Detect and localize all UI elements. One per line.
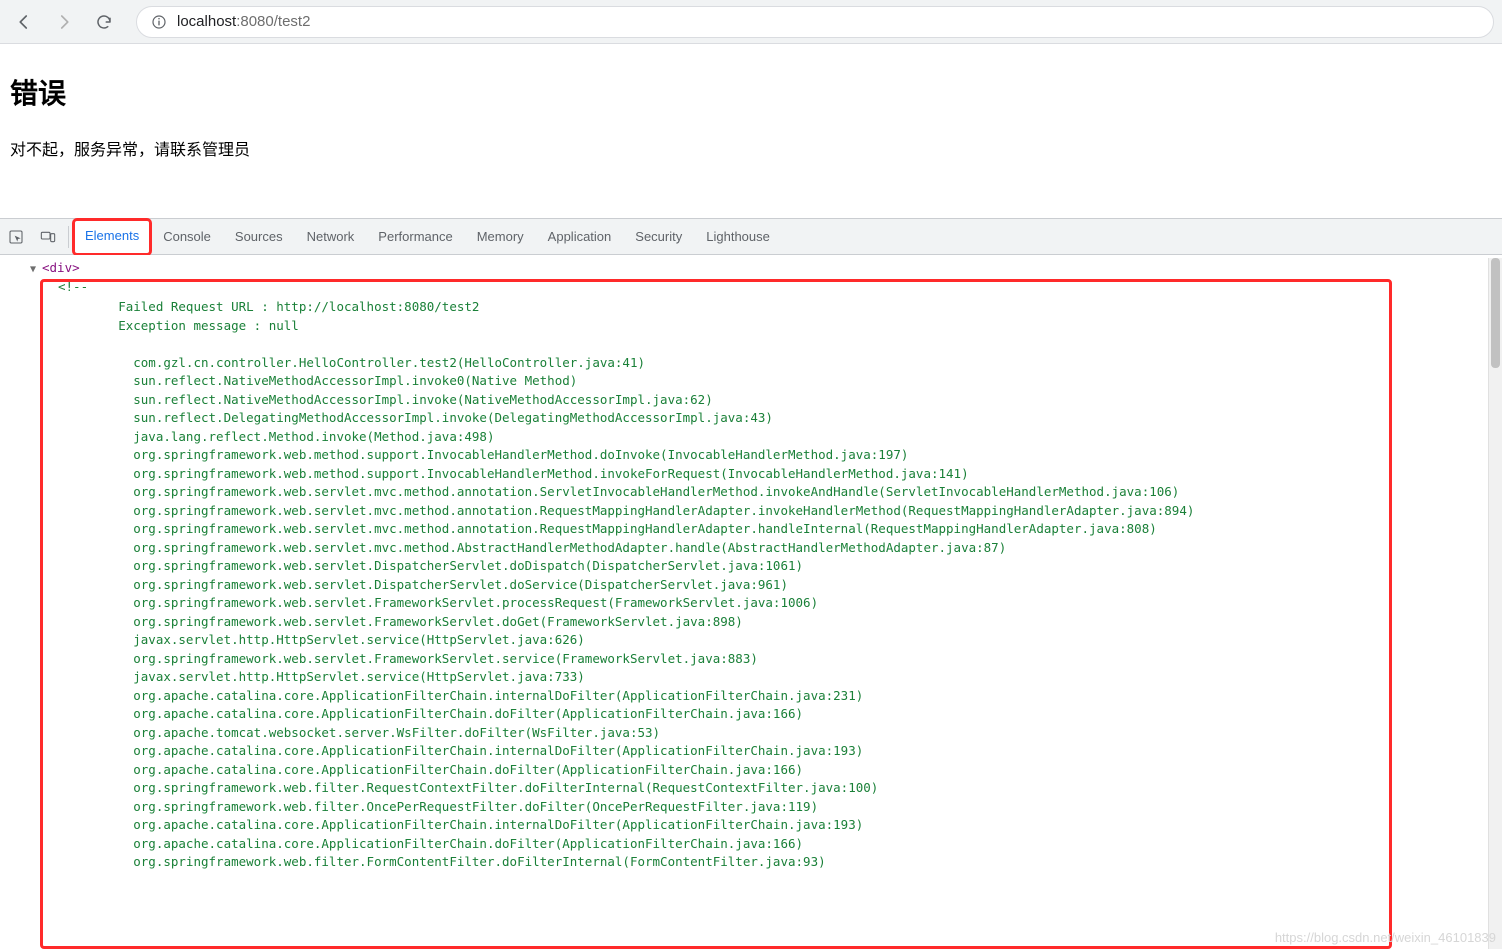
address-url: localhost:8080/test2	[177, 13, 310, 30]
page-content: 错误 对不起，服务异常，请联系管理员	[0, 44, 1502, 218]
url-port: :8080	[236, 13, 274, 30]
scrollbar[interactable]	[1488, 258, 1502, 949]
tab-application[interactable]: Application	[536, 219, 624, 255]
dom-tag-div[interactable]: <div>	[30, 260, 80, 275]
page-message: 对不起，服务异常，请联系管理员	[10, 136, 1492, 160]
divider	[68, 226, 69, 248]
tab-elements[interactable]: Elements	[73, 219, 151, 255]
device-toggle-icon[interactable]	[32, 219, 64, 255]
tab-security[interactable]: Security	[623, 219, 694, 255]
tab-memory[interactable]: Memory	[465, 219, 536, 255]
tab-console[interactable]: Console	[151, 219, 223, 255]
forward-button[interactable]	[48, 6, 80, 38]
expand-triangle-icon[interactable]: ▼	[30, 261, 36, 280]
tab-network[interactable]: Network	[295, 219, 367, 255]
back-button[interactable]	[8, 6, 40, 38]
devtools-panel: Elements Console Sources Network Perform…	[0, 218, 1502, 949]
site-info-icon[interactable]	[151, 14, 167, 30]
url-host: localhost	[177, 13, 236, 30]
watermark: https://blog.csdn.net/weixin_46101839	[1275, 930, 1496, 945]
comment-open: <!--	[30, 278, 1502, 297]
address-bar[interactable]: localhost:8080/test2	[136, 6, 1494, 38]
page-title: 错误	[10, 72, 1492, 112]
tab-performance[interactable]: Performance	[366, 219, 464, 255]
scrollbar-thumb[interactable]	[1491, 258, 1500, 368]
browser-toolbar: localhost:8080/test2	[0, 0, 1502, 44]
stack-trace-comment: Failed Request URL : http://localhost:80…	[30, 296, 1502, 872]
devtools-tabbar: Elements Console Sources Network Perform…	[0, 219, 1502, 255]
inspect-icon[interactable]	[0, 219, 32, 255]
url-path: /test2	[274, 13, 311, 30]
elements-panel-body[interactable]: ▼ <div> <!-- Failed Request URL : http:/…	[0, 255, 1502, 949]
tab-lighthouse[interactable]: Lighthouse	[694, 219, 782, 255]
tab-sources[interactable]: Sources	[223, 219, 295, 255]
reload-button[interactable]	[88, 6, 120, 38]
